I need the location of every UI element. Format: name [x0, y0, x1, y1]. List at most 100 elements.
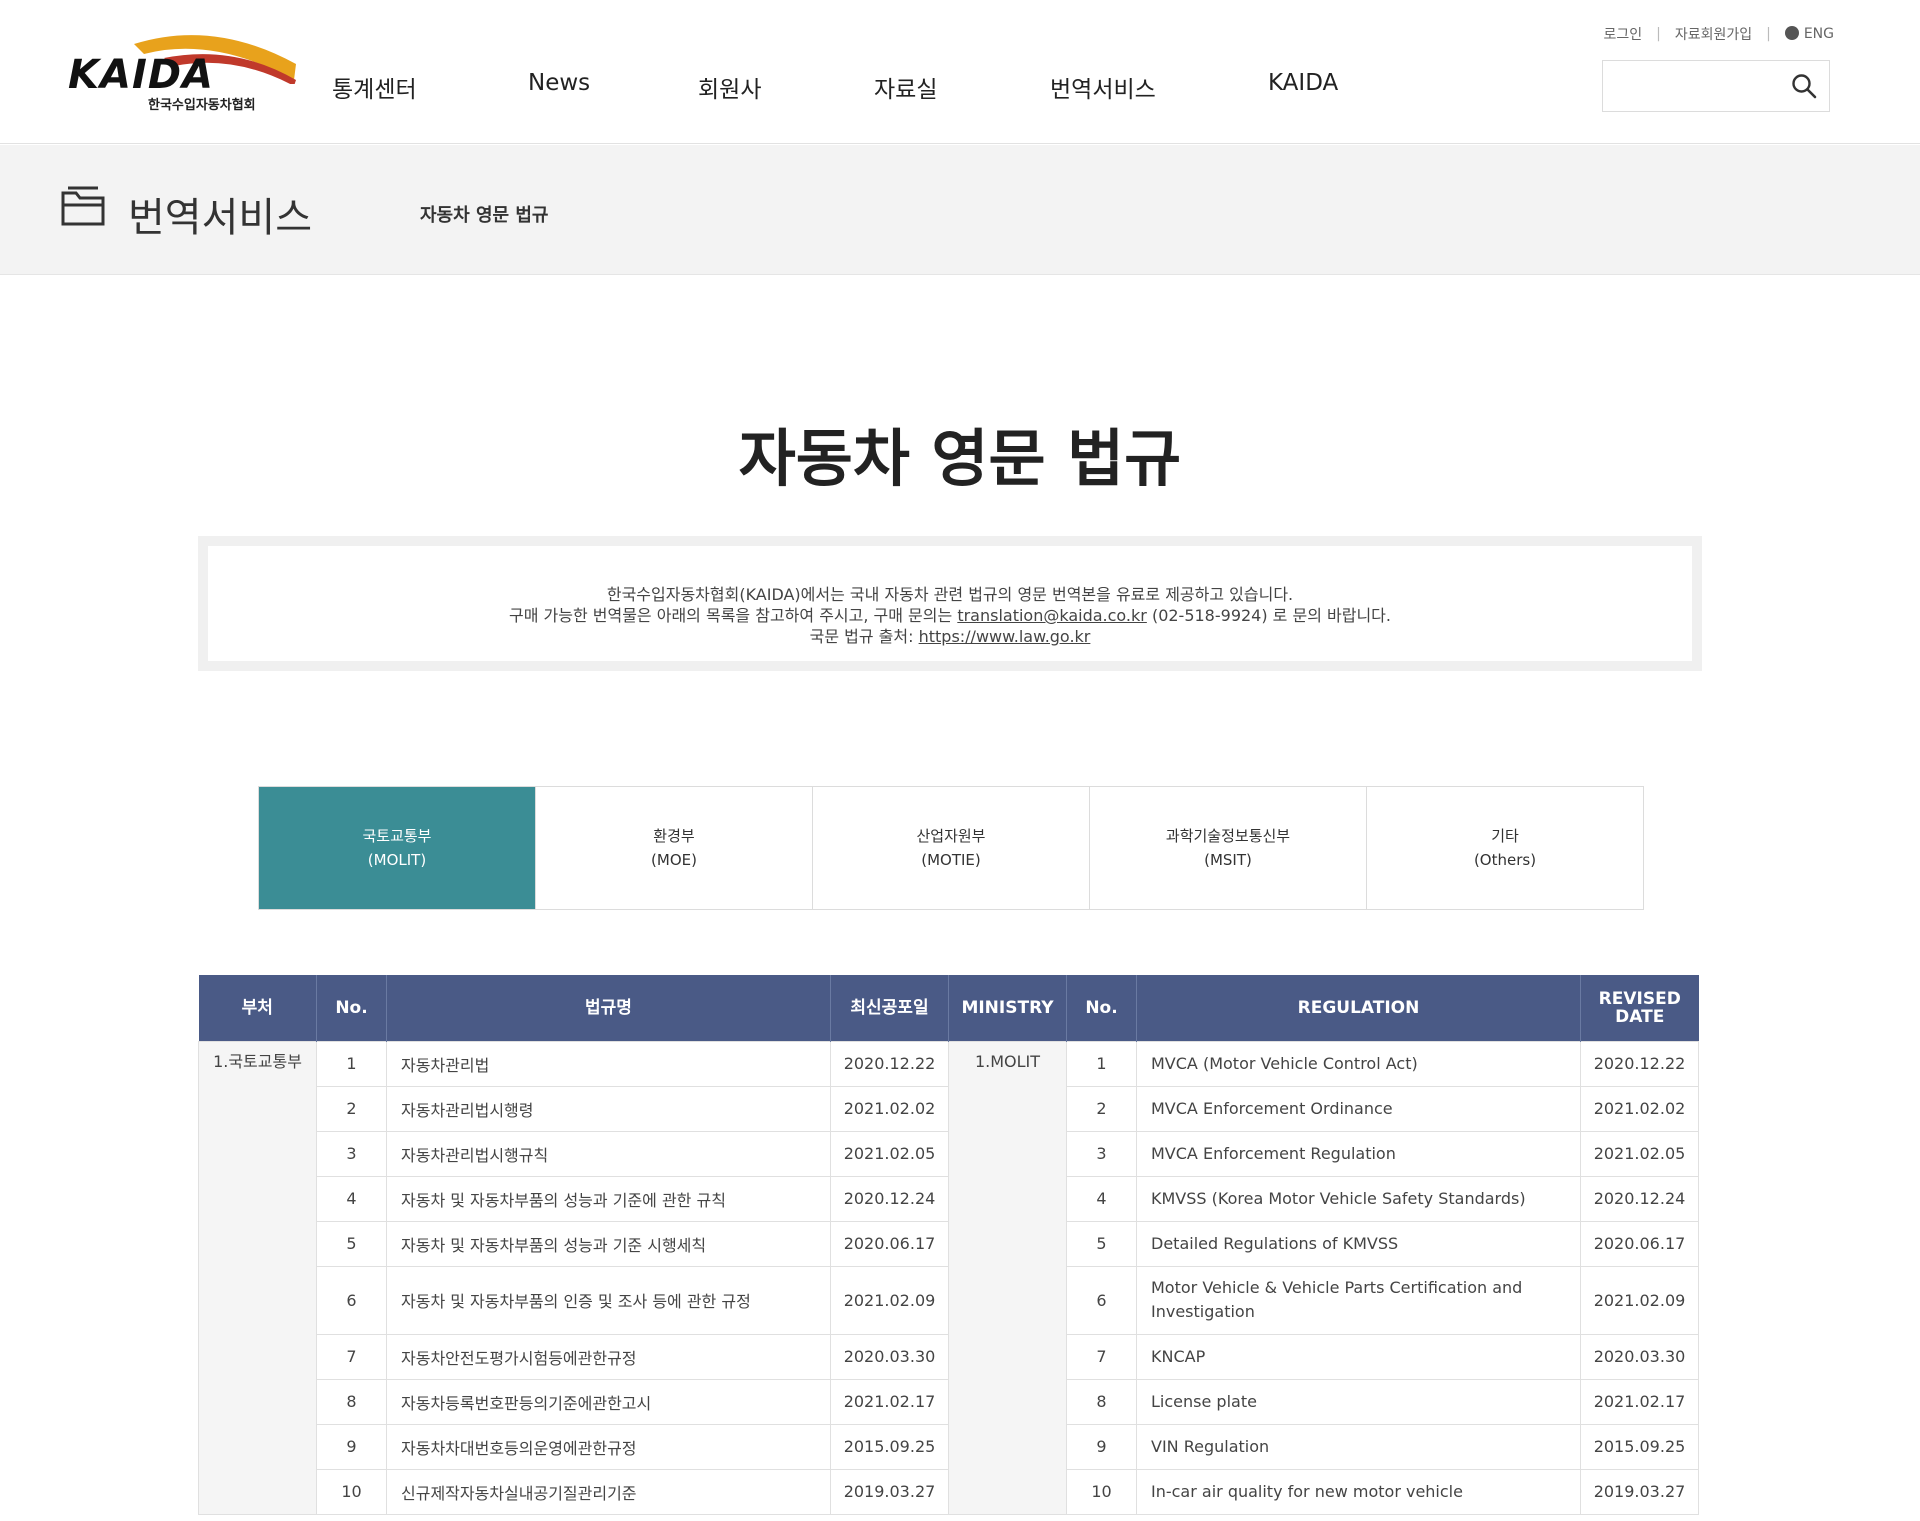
tab-label-en: (MSIT): [1204, 851, 1252, 869]
table-row[interactable]: 1.국토교통부 1 자동차관리법 2020.12.22 1.MOLIT 1 MVCA (Mo…: [198, 1040, 1699, 1515]
regulation-name-en: License plate: [1136, 1378, 1581, 1425]
regulation-name-en: MVCA (Motor Vehicle Control Act): [1136, 1040, 1581, 1087]
page-title: 자동차 영문 법규: [738, 422, 1182, 495]
row-number: 1: [316, 1040, 387, 1087]
row-number-en: 3: [1066, 1130, 1137, 1177]
nav-stats[interactable]: 통계센터: [332, 70, 417, 104]
folder-icon: [61, 186, 105, 226]
tab-label-ko: 기타: [1491, 827, 1519, 845]
regulation-name-ko: 자동차차대번호등의운영에관한규정: [386, 1423, 831, 1470]
signup-link[interactable]: 자료회원가입: [1675, 24, 1752, 44]
col-header-dept: 부처: [198, 975, 317, 1041]
row-number-en: 7: [1066, 1333, 1137, 1380]
row-number: 10: [316, 1468, 387, 1515]
row-number-en: 5: [1066, 1220, 1137, 1267]
col-header-regulation: REGULATION: [1136, 975, 1581, 1041]
nav-news[interactable]: News: [528, 70, 590, 96]
regulation-name-en: MVCA Enforcement Ordinance: [1136, 1085, 1581, 1132]
latest-date: 2020.06.17: [830, 1220, 949, 1267]
revised-label-1: REVISED: [1598, 988, 1681, 1009]
latest-date: 2015.09.25: [830, 1423, 949, 1470]
notice-line-3: 국문 법규 출처: https://www.law.go.kr: [208, 626, 1692, 647]
language-link[interactable]: ENG: [1784, 26, 1834, 42]
tab-label-en: (MOLIT): [367, 851, 427, 869]
login-link[interactable]: 로그인: [1603, 24, 1642, 44]
regulation-name-ko: 자동차등록번호판등의기준에관한고시: [386, 1378, 831, 1425]
regulation-name-en: KNCAP: [1136, 1333, 1581, 1380]
col-header-ministry: MINISTRY: [948, 975, 1067, 1041]
tab-label-ko: 과학기술정보통신부: [1165, 827, 1291, 845]
tab-label-en: (MOTIE): [921, 851, 981, 869]
email-link[interactable]: translation@kaida.co.kr: [957, 606, 1147, 625]
site-header: KAIDA 한국수입자동차협회 통계센터 News 회원사 자료실 번역서비스 …: [0, 0, 1920, 144]
regulation-table-wrap: 부처 No. 법규명 최신공포일 MINISTRY No. REGULATION…: [198, 975, 1699, 1515]
latest-date: 2021.02.09: [830, 1265, 949, 1335]
row-number-en: 6: [1066, 1265, 1137, 1335]
col-header-no: No.: [316, 975, 387, 1041]
sub-banner: 번역서비스 자동차 영문 법규: [0, 145, 1920, 275]
breadcrumb[interactable]: 자동차 영문 법규: [420, 201, 548, 227]
globe-icon: [1784, 26, 1799, 40]
revised-date: 2021.02.05: [1580, 1130, 1699, 1177]
regulation-name-en: MVCA Enforcement Regulation: [1136, 1130, 1581, 1177]
ministry-cell: 1.MOLIT: [948, 1040, 1067, 1515]
row-number: 9: [316, 1423, 387, 1470]
col-header-revised: REVISED DATE: [1580, 975, 1699, 1041]
revised-date: 2021.02.09: [1580, 1265, 1699, 1335]
col-header-name: 법규명: [386, 975, 831, 1041]
latest-date: 2020.12.24: [830, 1175, 949, 1222]
notice-line-1: 한국수입자동차협회(KAIDA)에서는 국내 자동차 관련 법규의 영문 번역본…: [606, 585, 1294, 604]
regulation-name-en: Motor Vehicle & Vehicle Parts Certificat…: [1136, 1265, 1581, 1335]
revised-date: 2020.12.22: [1580, 1040, 1699, 1087]
row-number: 3: [316, 1130, 387, 1177]
revised-date: 2020.12.24: [1580, 1175, 1699, 1222]
search-icon[interactable]: [1791, 73, 1817, 99]
kaida-logo[interactable]: KAIDA 한국수입자동차협회: [64, 24, 300, 116]
tab-molit[interactable]: 국토교통부 (MOLIT): [259, 787, 535, 909]
tab-moe[interactable]: 환경부 (MOE): [535, 787, 812, 909]
logo-subtitle: 한국수입자동차협회: [148, 98, 256, 113]
divider: |: [1766, 26, 1771, 42]
tab-others[interactable]: 기타 (Others): [1366, 787, 1643, 909]
regulation-name-ko: 신규제작자동차실내공기질관리기준: [386, 1468, 831, 1515]
latest-date: 2020.12.22: [830, 1040, 949, 1087]
language-label: ENG: [1803, 26, 1834, 42]
row-number: 5: [316, 1220, 387, 1267]
latest-date: 2021.02.17: [830, 1378, 949, 1425]
nav-kaida[interactable]: KAIDA: [1268, 70, 1338, 96]
law-url-link[interactable]: https://www.law.go.kr: [919, 627, 1091, 646]
search-input[interactable]: [1603, 61, 1773, 111]
row-number: 7: [316, 1333, 387, 1380]
row-number: 6: [316, 1265, 387, 1335]
regulation-name-en: KMVSS (Korea Motor Vehicle Safety Standa…: [1136, 1175, 1581, 1222]
tab-label-en: (Others): [1473, 851, 1537, 869]
revised-date: 2020.03.30: [1580, 1333, 1699, 1380]
ministry-tabs: 국토교통부 (MOLIT) 환경부 (MOE) 산업자원부 (MOTIE) 과학기술정…: [258, 786, 1644, 910]
regulation-name-ko: 자동차관리법시행규칙: [386, 1130, 831, 1177]
table-header-row: 부처 No. 법규명 최신공포일 MINISTRY No. REGULATION…: [198, 975, 1699, 1041]
revised-date: 2015.09.25: [1580, 1423, 1699, 1470]
notice-text: 한국수입자동차협회(KAIDA)에서는 국내 자동차 관련 법규의 영문 번역본…: [208, 546, 1692, 661]
regulation-name-en: VIN Regulation: [1136, 1423, 1581, 1470]
row-number-en: 4: [1066, 1175, 1137, 1222]
tab-motie[interactable]: 산업자원부 (MOTIE): [812, 787, 1089, 909]
nav-translation[interactable]: 번역서비스: [1050, 70, 1156, 104]
revised-date: 2021.02.17: [1580, 1378, 1699, 1425]
nav-library[interactable]: 자료실: [874, 70, 937, 104]
row-number: 8: [316, 1378, 387, 1425]
regulation-name-ko: 자동차안전도평가시험등에관한규정: [386, 1333, 831, 1380]
row-number-en: 10: [1066, 1468, 1137, 1515]
notice-line-2: 구매 가능한 번역물은 아래의 목록을 참고하여 주시고, 구매 문의는 tra…: [208, 605, 1692, 626]
section-title: 번역서비스: [128, 195, 312, 241]
notice-line-3-pre: 국문 법규 출처:: [809, 627, 919, 646]
table-body: 1.국토교통부 1 자동차관리법 2020.12.22 1.MOLIT 1 MVCA (Mo…: [198, 1040, 1699, 1515]
col-header-no-en: No.: [1066, 975, 1137, 1041]
latest-date: 2020.03.30: [830, 1333, 949, 1380]
tab-msit[interactable]: 과학기술정보통신부 (MSIT): [1089, 787, 1366, 909]
divider: |: [1656, 26, 1661, 42]
notice-box: 한국수입자동차협회(KAIDA)에서는 국내 자동차 관련 법규의 영문 번역본…: [198, 536, 1702, 671]
revised-label-2: DATE: [1615, 1006, 1665, 1027]
latest-date: 2021.02.02: [830, 1085, 949, 1132]
notice-line-2-pre: 구매 가능한 번역물은 아래의 목록을 참고하여 주시고, 구매 문의는: [509, 606, 958, 625]
nav-members[interactable]: 회원사: [698, 70, 761, 104]
